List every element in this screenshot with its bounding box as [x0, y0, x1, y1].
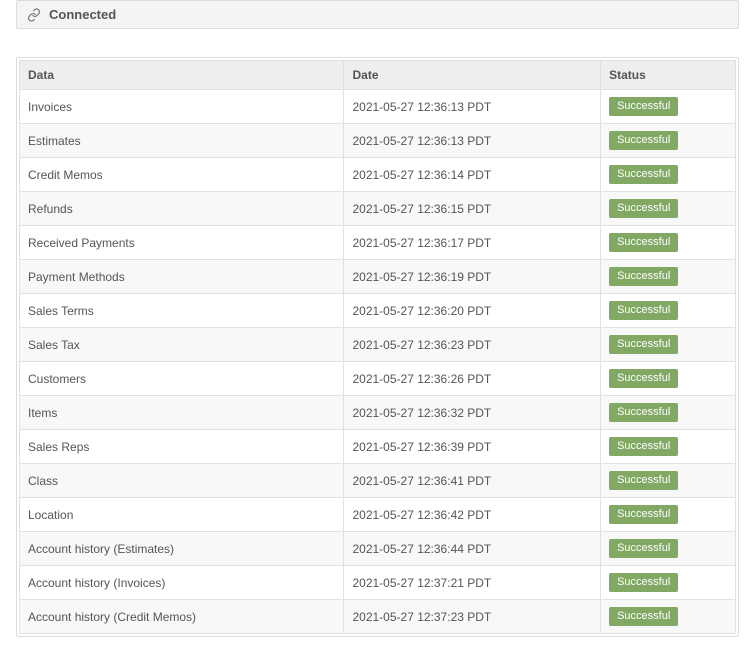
column-header-data: Data — [20, 61, 344, 90]
status-badge: Successful — [609, 437, 678, 456]
cell-date: 2021-05-27 12:37:21 PDT — [344, 566, 601, 600]
column-header-status: Status — [601, 61, 736, 90]
cell-data: Location — [20, 498, 344, 532]
connected-bar[interactable]: Connected — [16, 0, 739, 29]
status-badge: Successful — [609, 301, 678, 320]
cell-data: Invoices — [20, 90, 344, 124]
cell-data: Payment Methods — [20, 260, 344, 294]
status-badge: Successful — [609, 573, 678, 592]
cell-status: Successful — [601, 532, 736, 566]
table-row: Sales Tax2021-05-27 12:36:23 PDT Successf… — [20, 328, 736, 362]
cell-data: Credit Memos — [20, 158, 344, 192]
cell-status: Successful — [601, 396, 736, 430]
table-row: Sales Reps2021-05-27 12:36:39 PDT Success… — [20, 430, 736, 464]
column-header-date: Date — [344, 61, 601, 90]
table-row: Sales Terms2021-05-27 12:36:20 PDT Succes… — [20, 294, 736, 328]
status-badge: Successful — [609, 505, 678, 524]
cell-date: 2021-05-27 12:36:41 PDT — [344, 464, 601, 498]
table-row: Class2021-05-27 12:36:41 PDT Successful — [20, 464, 736, 498]
cell-date: 2021-05-27 12:36:13 PDT — [344, 124, 601, 158]
cell-data: Sales Terms — [20, 294, 344, 328]
cell-status: Successful — [601, 600, 736, 634]
link-icon — [27, 8, 41, 22]
table-row: Received Payments2021-05-27 12:36:17 PDT… — [20, 226, 736, 260]
table-row: Account history (Estimates)2021-05-27 12… — [20, 532, 736, 566]
table-row: Account history (Invoices)2021-05-27 12:… — [20, 566, 736, 600]
cell-status: Successful — [601, 226, 736, 260]
cell-date: 2021-05-27 12:36:42 PDT — [344, 498, 601, 532]
cell-status: Successful — [601, 430, 736, 464]
table-row: Payment Methods2021-05-27 12:36:19 PDT Su… — [20, 260, 736, 294]
cell-status: Successful — [601, 498, 736, 532]
cell-status: Successful — [601, 362, 736, 396]
cell-date: 2021-05-27 12:37:23 PDT — [344, 600, 601, 634]
cell-date: 2021-05-27 12:36:39 PDT — [344, 430, 601, 464]
cell-status: Successful — [601, 328, 736, 362]
sync-status-table-wrap: Data Date Status Invoices2021-05-27 12:3… — [16, 57, 739, 637]
status-badge: Successful — [609, 335, 678, 354]
sync-status-table: Data Date Status Invoices2021-05-27 12:3… — [19, 60, 736, 634]
table-row: Items2021-05-27 12:36:32 PDT Successful — [20, 396, 736, 430]
table-row: Estimates2021-05-27 12:36:13 PDT Successf… — [20, 124, 736, 158]
status-badge: Successful — [609, 233, 678, 252]
cell-data: Account history (Estimates) — [20, 532, 344, 566]
cell-date: 2021-05-27 12:36:17 PDT — [344, 226, 601, 260]
cell-date: 2021-05-27 12:36:13 PDT — [344, 90, 601, 124]
table-header-row: Data Date Status — [20, 61, 736, 90]
status-badge: Successful — [609, 471, 678, 490]
table-row: Account history (Credit Memos)2021-05-27… — [20, 600, 736, 634]
status-badge: Successful — [609, 97, 678, 116]
cell-date: 2021-05-27 12:36:23 PDT — [344, 328, 601, 362]
cell-data: Items — [20, 396, 344, 430]
cell-data: Received Payments — [20, 226, 344, 260]
cell-data: Refunds — [20, 192, 344, 226]
cell-status: Successful — [601, 464, 736, 498]
connected-label: Connected — [49, 7, 116, 22]
cell-status: Successful — [601, 158, 736, 192]
status-badge: Successful — [609, 539, 678, 558]
cell-date: 2021-05-27 12:36:26 PDT — [344, 362, 601, 396]
cell-date: 2021-05-27 12:36:14 PDT — [344, 158, 601, 192]
cell-status: Successful — [601, 260, 736, 294]
cell-date: 2021-05-27 12:36:20 PDT — [344, 294, 601, 328]
cell-data: Estimates — [20, 124, 344, 158]
status-badge: Successful — [609, 403, 678, 422]
status-badge: Successful — [609, 607, 678, 626]
cell-status: Successful — [601, 294, 736, 328]
cell-data: Customers — [20, 362, 344, 396]
cell-date: 2021-05-27 12:36:15 PDT — [344, 192, 601, 226]
status-badge: Successful — [609, 267, 678, 286]
status-badge: Successful — [609, 165, 678, 184]
cell-status: Successful — [601, 192, 736, 226]
table-row: Customers2021-05-27 12:36:26 PDT Successf… — [20, 362, 736, 396]
table-row: Refunds2021-05-27 12:36:15 PDT Successful — [20, 192, 736, 226]
cell-status: Successful — [601, 124, 736, 158]
table-row: Location2021-05-27 12:36:42 PDT Successfu… — [20, 498, 736, 532]
cell-data: Account history (Credit Memos) — [20, 600, 344, 634]
cell-status: Successful — [601, 566, 736, 600]
cell-date: 2021-05-27 12:36:44 PDT — [344, 532, 601, 566]
cell-data: Sales Tax — [20, 328, 344, 362]
status-badge: Successful — [609, 369, 678, 388]
cell-date: 2021-05-27 12:36:32 PDT — [344, 396, 601, 430]
table-row: Invoices2021-05-27 12:36:13 PDT Successfu… — [20, 90, 736, 124]
cell-data: Account history (Invoices) — [20, 566, 344, 600]
table-row: Credit Memos2021-05-27 12:36:14 PDT Succe… — [20, 158, 736, 192]
cell-status: Successful — [601, 90, 736, 124]
cell-date: 2021-05-27 12:36:19 PDT — [344, 260, 601, 294]
cell-data: Class — [20, 464, 344, 498]
cell-data: Sales Reps — [20, 430, 344, 464]
status-badge: Successful — [609, 199, 678, 218]
status-badge: Successful — [609, 131, 678, 150]
